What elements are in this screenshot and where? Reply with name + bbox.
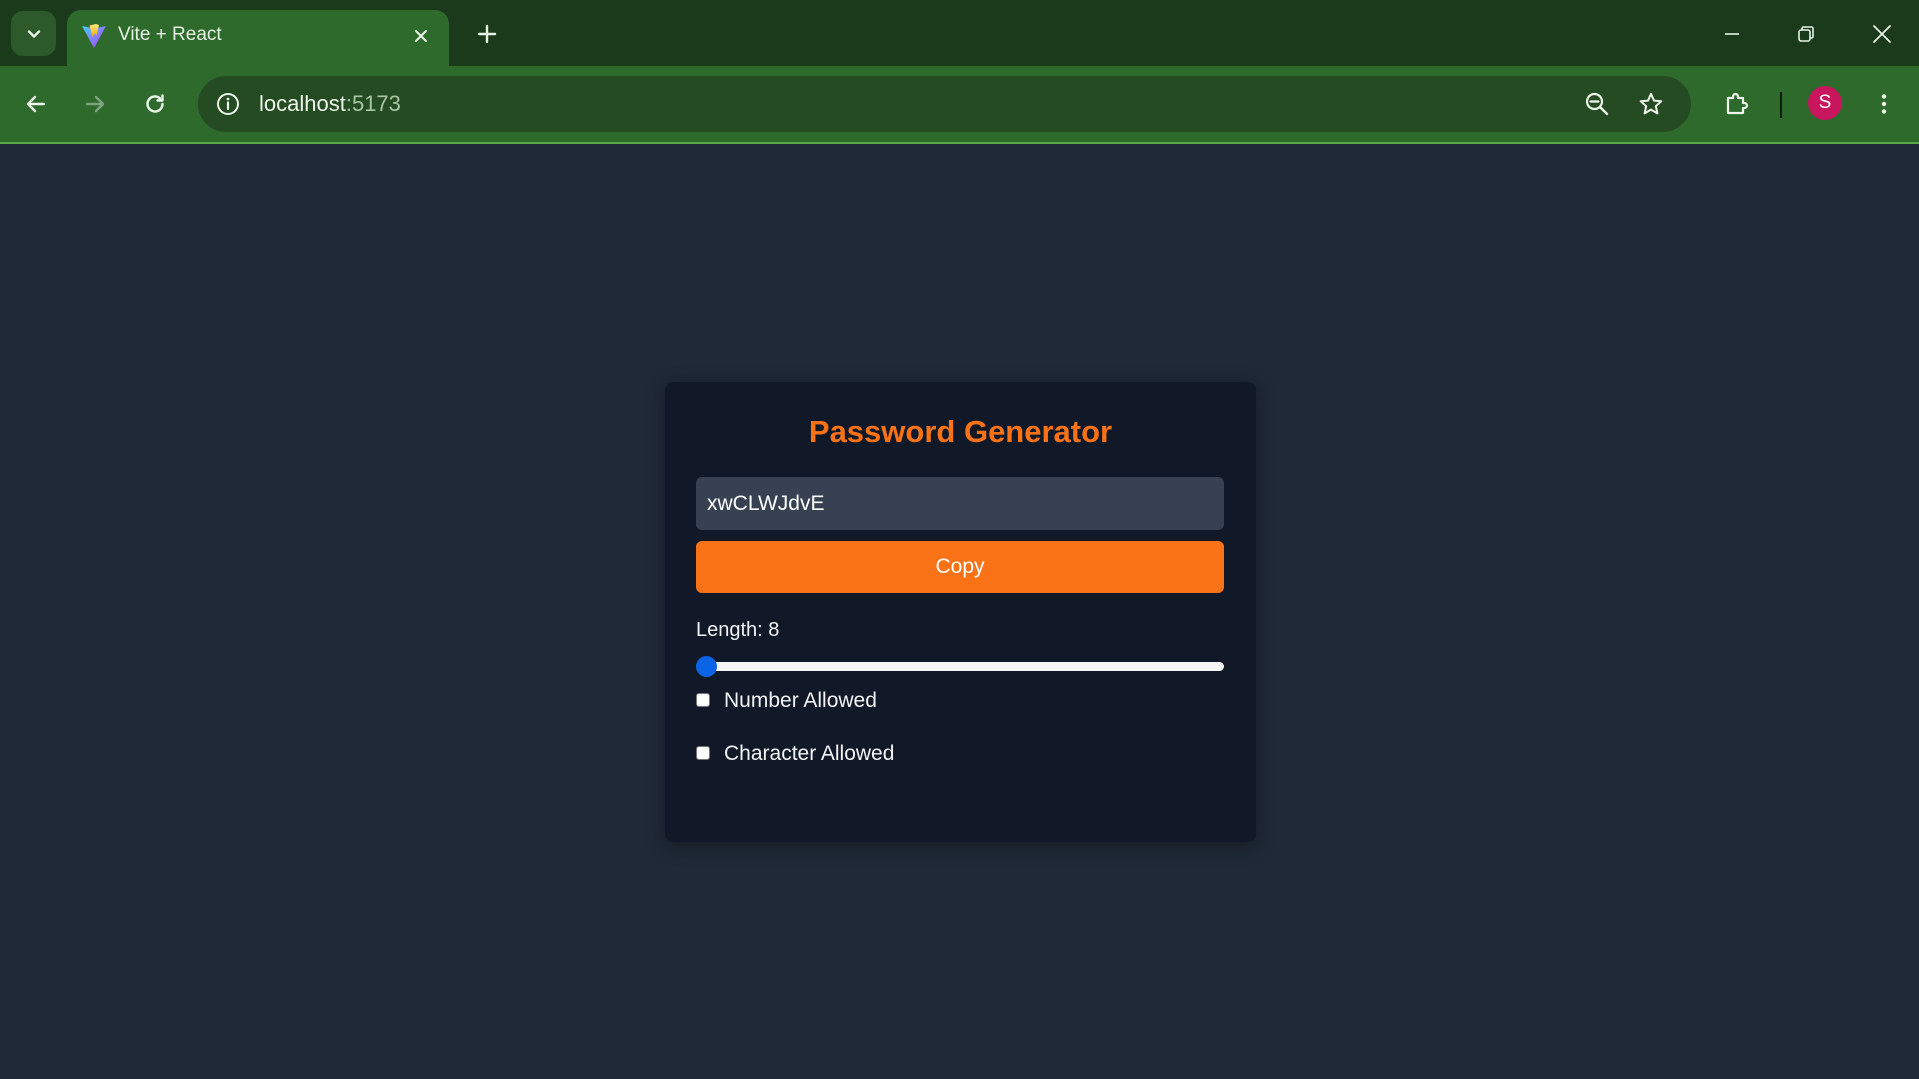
tab-active[interactable]: Vite + React <box>67 10 449 66</box>
vite-logo-icon <box>82 24 106 48</box>
star-icon <box>1639 92 1663 115</box>
chevron-down-icon <box>27 29 40 38</box>
close-icon <box>415 30 427 42</box>
number-allowed-option[interactable]: Number Allowed <box>696 687 877 715</box>
password-generator-card: Password Generator Copy Length: 8 Number… <box>665 382 1256 842</box>
password-field[interactable] <box>696 477 1224 530</box>
close-window-button[interactable] <box>1862 14 1902 54</box>
extensions-button[interactable] <box>1715 82 1759 126</box>
browser-toolbar: localhost:5173 S <box>0 66 1919 142</box>
forward-arrow-icon <box>85 95 105 113</box>
length-slider[interactable] <box>696 654 1224 678</box>
character-allowed-checkbox[interactable] <box>696 745 710 760</box>
restore-button[interactable] <box>1786 14 1826 54</box>
puzzle-icon <box>1726 92 1749 115</box>
back-button[interactable] <box>14 82 58 126</box>
minimize-button[interactable] <box>1712 14 1752 54</box>
close-icon <box>1873 25 1891 43</box>
kebab-menu-icon <box>1881 94 1887 114</box>
back-arrow-icon <box>26 95 46 113</box>
tab-search-button[interactable] <box>11 11 56 56</box>
copy-button[interactable]: Copy <box>696 541 1224 593</box>
number-allowed-label: Number Allowed <box>724 689 877 712</box>
slider-thumb[interactable] <box>696 656 717 677</box>
minimize-icon <box>1725 33 1739 35</box>
tab-close-button[interactable] <box>407 22 435 50</box>
number-allowed-checkbox[interactable] <box>696 692 710 707</box>
forward-button[interactable] <box>73 82 117 126</box>
address-bar[interactable]: localhost:5173 <box>198 76 1691 132</box>
reload-button[interactable] <box>133 82 177 126</box>
restore-icon <box>1798 26 1814 42</box>
tab-title: Vite + React <box>118 24 222 45</box>
address-host: localhost <box>259 91 346 116</box>
toolbar-bottom-border <box>0 142 1919 144</box>
new-tab-button[interactable] <box>467 14 507 54</box>
reload-icon <box>146 94 164 113</box>
page-title: Password Generator <box>808 414 1113 449</box>
length-label: Length: 8 <box>696 619 780 641</box>
toolbar-divider <box>1780 92 1782 118</box>
zoom-out-icon <box>1585 92 1609 116</box>
profile-avatar[interactable]: S <box>1808 86 1842 120</box>
tab-strip: Vite + React <box>0 0 1919 66</box>
address-port: :5173 <box>345 91 401 116</box>
browser-chrome: Vite + React localhost:5173 S <box>0 0 1919 144</box>
info-icon[interactable] <box>214 90 242 118</box>
bookmark-button[interactable] <box>1635 88 1667 120</box>
plus-icon <box>477 24 497 44</box>
slider-track <box>696 662 1224 671</box>
character-allowed-label: Character Allowed <box>724 742 895 765</box>
browser-menu-button[interactable] <box>1862 82 1906 126</box>
character-allowed-option[interactable]: Character Allowed <box>696 740 894 768</box>
zoom-button[interactable] <box>1581 88 1613 120</box>
address-url: localhost:5173 <box>259 91 401 117</box>
